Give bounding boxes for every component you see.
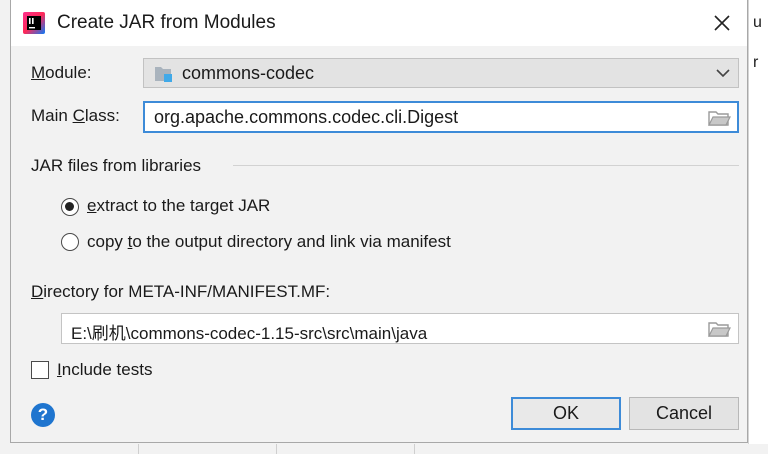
manifest-directory-value: E:\刷机\commons-codec-1.15-src\src\main\ja… bbox=[71, 324, 428, 343]
main-class-value: org.apache.commons.codec.cli.Digest bbox=[154, 107, 459, 127]
cancel-button[interactable]: Cancel bbox=[629, 397, 739, 430]
close-button[interactable] bbox=[705, 8, 739, 38]
background-editor-edge: u r bbox=[748, 0, 768, 454]
include-tests-checkbox[interactable] bbox=[31, 361, 49, 379]
extract-radio-label[interactable]: extract to the target JAR bbox=[87, 196, 270, 216]
copy-radio-label[interactable]: copy to the output directory and link vi… bbox=[87, 232, 451, 252]
intellij-idea-icon bbox=[23, 12, 45, 34]
background-bottom-strip bbox=[0, 444, 768, 454]
chevron-down-icon bbox=[716, 69, 730, 78]
module-label: Module: bbox=[31, 63, 92, 82]
close-icon bbox=[714, 15, 730, 31]
module-dropdown[interactable]: commons-codec bbox=[143, 58, 739, 88]
section-divider bbox=[233, 165, 739, 166]
module-folder-icon bbox=[155, 67, 172, 82]
copy-radio[interactable] bbox=[61, 233, 79, 251]
background-text-fragment: r bbox=[753, 54, 759, 71]
folder-browse-icon[interactable] bbox=[707, 108, 731, 128]
ok-button[interactable]: OK bbox=[511, 397, 621, 430]
help-button[interactable]: ? bbox=[31, 403, 55, 427]
manifest-directory-input[interactable]: E:\刷机\commons-codec-1.15-src\src\main\ja… bbox=[61, 313, 739, 344]
dialog-titlebar: Create JAR from Modules bbox=[11, 0, 747, 46]
create-jar-dialog: Create JAR from Modules Module: commons-… bbox=[10, 0, 748, 443]
main-class-label: Main Class: bbox=[31, 106, 120, 125]
extract-radio[interactable] bbox=[61, 198, 79, 216]
manifest-directory-label: Directory for META-INF/MANIFEST.MF: bbox=[31, 282, 331, 301]
main-class-input[interactable]: org.apache.commons.codec.cli.Digest bbox=[143, 101, 739, 133]
background-text-fragment: u bbox=[753, 14, 762, 31]
folder-browse-icon[interactable] bbox=[707, 319, 731, 339]
module-value: commons-codec bbox=[182, 63, 315, 83]
libraries-section-heading: JAR files from libraries bbox=[31, 156, 202, 175]
include-tests-label[interactable]: Include tests bbox=[57, 360, 152, 380]
dialog-title: Create JAR from Modules bbox=[57, 12, 276, 33]
